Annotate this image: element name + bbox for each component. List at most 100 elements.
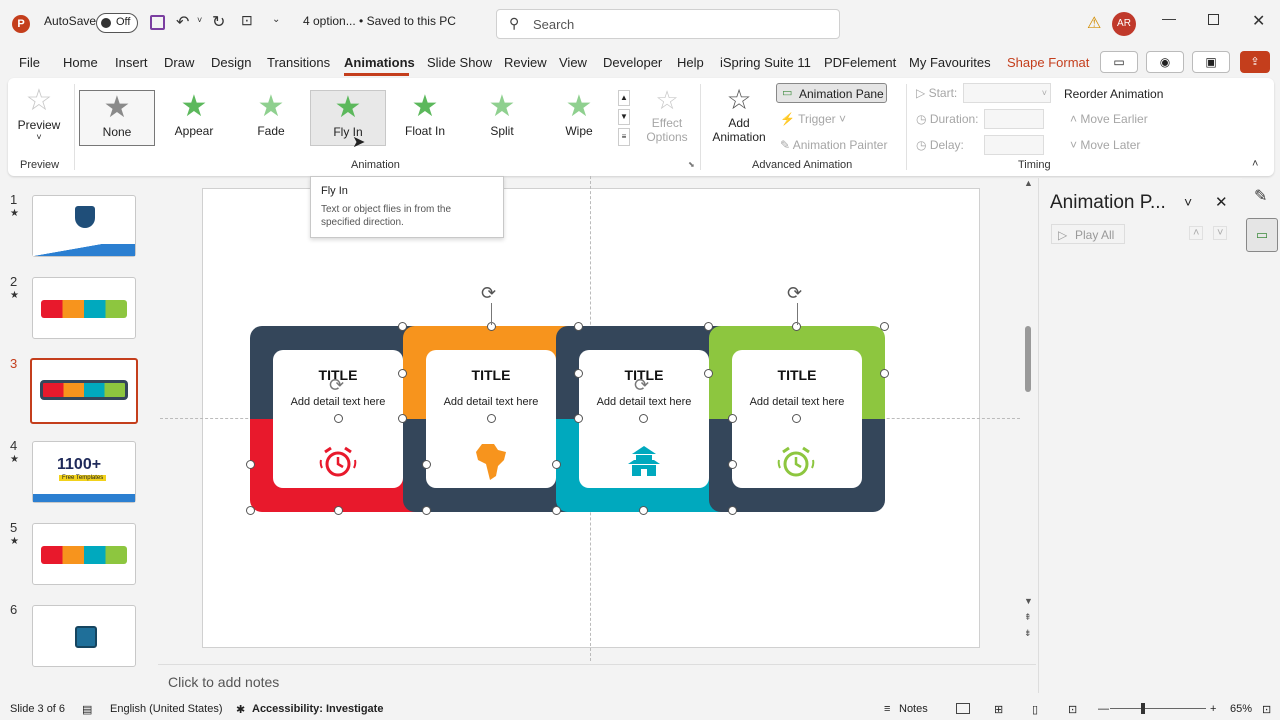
warning-icon[interactable]: ⚠	[1087, 13, 1101, 33]
selection-handle[interactable]	[880, 369, 889, 378]
selection-handle[interactable]	[487, 414, 496, 423]
delay-input[interactable]	[984, 135, 1044, 155]
menu-shape-format[interactable]: Shape Format	[1007, 55, 1089, 70]
move-up-icon[interactable]: ˄	[1189, 226, 1204, 240]
gallery-scroll-up-icon[interactable]: ▲	[618, 90, 630, 106]
previous-slide-icon[interactable]: ⇞	[1024, 612, 1032, 623]
selection-handle[interactable]	[880, 322, 889, 331]
scroll-thumb[interactable]	[1025, 326, 1031, 392]
menu-slide-show[interactable]: Slide Show	[427, 55, 492, 70]
menu-pdfelement[interactable]: PDFelement	[824, 55, 896, 70]
gallery-float-in[interactable]: ★ Float In	[387, 90, 463, 146]
selection-handle[interactable]	[422, 506, 431, 515]
slide-scrollbar[interactable]: ▲ ▼ ⇞ ⇟	[1022, 178, 1036, 648]
selection-handle[interactable]	[792, 414, 801, 423]
save-icon[interactable]	[150, 15, 165, 30]
slide-thumbnail-2[interactable]	[32, 277, 136, 339]
selection-handle[interactable]	[246, 460, 255, 469]
move-later-button[interactable]: ˅ Move Later	[1070, 138, 1140, 152]
rotate-handle-icon[interactable]: ⟳	[634, 375, 649, 396]
restore-icon[interactable]	[1208, 14, 1219, 25]
gallery-scroll-down-icon[interactable]: ▼	[618, 109, 630, 125]
menu-developer[interactable]: Developer	[603, 55, 662, 70]
menu-review[interactable]: Review	[504, 55, 547, 70]
scroll-up-icon[interactable]: ▲	[1024, 178, 1033, 188]
undo-dropdown-icon[interactable]: ˅	[197, 15, 202, 25]
menu-help[interactable]: Help	[677, 55, 704, 70]
selection-handle[interactable]	[574, 414, 583, 423]
selection-handle[interactable]	[398, 369, 407, 378]
selection-handle[interactable]	[422, 460, 431, 469]
selection-handle[interactable]	[552, 460, 561, 469]
slide-thumbnail-6[interactable]	[32, 605, 136, 667]
selection-handle[interactable]	[334, 506, 343, 515]
language[interactable]: English (United States)	[110, 703, 223, 715]
zoom-thumb[interactable]	[1141, 703, 1145, 714]
record-button[interactable]: ◉	[1146, 51, 1184, 73]
move-earlier-button[interactable]: ˄ Move Earlier	[1070, 112, 1148, 126]
card-title[interactable]: TITLE	[732, 367, 862, 383]
animation-pane-button[interactable]: ▭ Animation Pane	[776, 83, 887, 103]
slide-thumbnail-5[interactable]	[32, 523, 136, 585]
redo-icon[interactable]: ↻	[212, 12, 225, 32]
normal-view-icon[interactable]	[956, 703, 970, 714]
zoom-in-icon[interactable]: +	[1210, 703, 1216, 715]
undo-icon[interactable]: ↶	[176, 12, 189, 32]
menu-insert[interactable]: Insert	[115, 55, 148, 70]
reading-view-icon[interactable]: ▯	[1032, 703, 1038, 716]
card-detail[interactable]: Add detail text here	[732, 396, 862, 408]
comments-button[interactable]: ▭	[1100, 51, 1138, 73]
minimize-icon[interactable]: —	[1162, 10, 1176, 26]
selection-handle[interactable]	[639, 506, 648, 515]
card-detail[interactable]: Add detail text here	[273, 396, 403, 408]
document-title[interactable]: 4 option... • Saved to this PC	[303, 14, 456, 28]
gallery-split[interactable]: ★ Split	[464, 90, 540, 146]
start-dropdown[interactable]: ˅	[963, 83, 1051, 103]
card-title[interactable]: TITLE	[426, 367, 556, 383]
menu-my-favourites[interactable]: My Favourites	[909, 55, 991, 70]
menu-home[interactable]: Home	[63, 55, 98, 70]
gallery-none[interactable]: ★ None	[79, 90, 155, 146]
close-pane-icon[interactable]: ✕	[1215, 193, 1228, 211]
menu-transitions[interactable]: Transitions	[267, 55, 330, 70]
preview-button[interactable]: ☆ Preview ˅	[16, 84, 62, 148]
gallery-appear[interactable]: ★ Appear	[156, 90, 232, 146]
teams-button[interactable]: ▣	[1192, 51, 1230, 73]
pane-options-chevron-icon[interactable]: ˅	[1184, 194, 1192, 210]
play-all-button[interactable]: ▷ Play All	[1051, 224, 1125, 244]
selection-handle[interactable]	[398, 414, 407, 423]
selection-handle[interactable]	[728, 414, 737, 423]
fit-slide-icon[interactable]: ⊡	[1262, 703, 1271, 716]
animation-painter-button[interactable]: ✎ Animation Painter	[780, 138, 887, 152]
search-box[interactable]: ⚲ Search	[496, 9, 840, 39]
selection-handle[interactable]	[574, 322, 583, 331]
animation-dialog-launcher-icon[interactable]: ⬊	[688, 160, 695, 169]
autosave-toggle[interactable]: Off	[96, 13, 138, 33]
selection-handle[interactable]	[728, 460, 737, 469]
gallery-fly-in[interactable]: ★ Fly In	[310, 90, 386, 146]
gallery-more-icon[interactable]: ≡	[618, 128, 630, 146]
notes-button[interactable]: Notes	[899, 703, 928, 715]
move-down-icon[interactable]: ˅	[1213, 226, 1228, 240]
slide-thumbnail-1[interactable]	[32, 195, 136, 257]
spelling-icon[interactable]: ▤	[82, 703, 92, 716]
scroll-down-icon[interactable]: ▼	[1024, 596, 1033, 606]
menu-animations[interactable]: Animations	[344, 55, 415, 70]
customize-qat-icon[interactable]: ⌄	[272, 14, 280, 25]
card-detail[interactable]: Add detail text here	[426, 396, 556, 408]
menu-design[interactable]: Design	[211, 55, 251, 70]
zoom-level[interactable]: 65%	[1230, 703, 1252, 715]
card-detail[interactable]: Add detail text here	[579, 396, 709, 408]
duration-input[interactable]	[984, 109, 1044, 129]
designer-icon[interactable]: ✎	[1254, 186, 1267, 206]
gallery-fade[interactable]: ★ Fade	[233, 90, 309, 146]
effect-options-button[interactable]: ☆ Effect Options	[642, 84, 692, 148]
notes-area[interactable]: Click to add notes	[158, 664, 1036, 696]
menu-view[interactable]: View	[559, 55, 587, 70]
share-button[interactable]: ⇪	[1240, 51, 1270, 73]
present-icon[interactable]: ⊡	[241, 12, 253, 29]
slide-sorter-icon[interactable]: ⊞	[994, 703, 1003, 716]
selection-handle[interactable]	[552, 506, 561, 515]
selection-handle[interactable]	[639, 414, 648, 423]
infographic-group[interactable]: TITLE Add detail text here TITLE Add det…	[246, 322, 889, 515]
